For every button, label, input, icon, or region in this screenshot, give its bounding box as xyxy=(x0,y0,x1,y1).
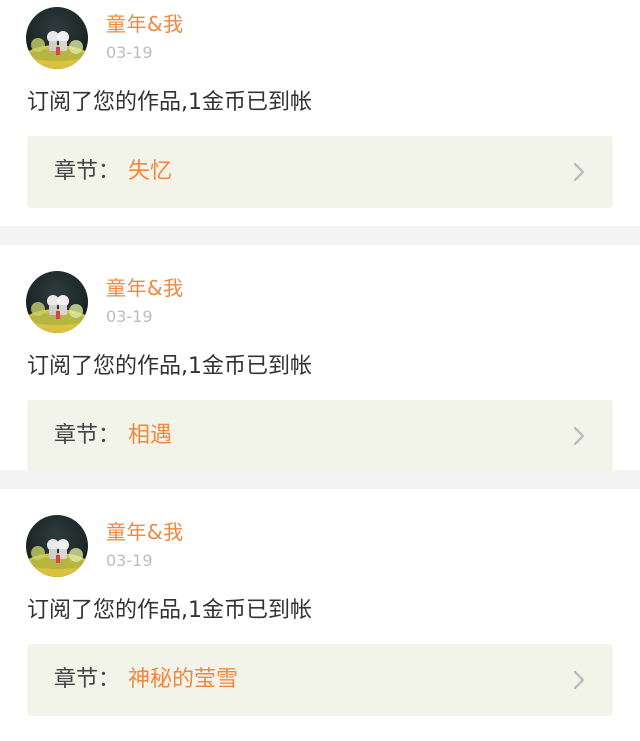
chevron-right-icon xyxy=(573,426,585,446)
timestamp: 03-19 xyxy=(106,551,153,570)
chapter-link[interactable]: 章节： 相遇 xyxy=(27,400,613,472)
user-avatar-photo xyxy=(26,271,88,333)
notification-card: 童年&我 03-19 订阅了您的作品,1金币已到帐 章节： 失忆 xyxy=(0,0,640,226)
username[interactable]: 童年&我 xyxy=(106,276,184,300)
avatar[interactable] xyxy=(26,271,88,333)
username[interactable]: 童年&我 xyxy=(106,12,184,36)
user-avatar-photo xyxy=(26,7,88,69)
chevron-right-icon xyxy=(573,162,585,182)
chapter-label: 章节： xyxy=(54,159,121,184)
user-avatar-photo xyxy=(26,515,88,577)
username[interactable]: 童年&我 xyxy=(106,520,184,544)
notification-card: 童年&我 03-19 订阅了您的作品,1金币已到帐 章节： 相遇 xyxy=(0,245,640,472)
notification-message: 订阅了您的作品,1金币已到帐 xyxy=(27,354,312,379)
chapter-title: 相遇 xyxy=(128,423,173,448)
chapter-link[interactable]: 章节： 失忆 xyxy=(27,136,613,208)
chevron-right-icon xyxy=(573,670,585,690)
avatar[interactable] xyxy=(26,515,88,577)
chapter-label: 章节： xyxy=(54,667,121,692)
timestamp: 03-19 xyxy=(106,307,153,326)
notification-card: 童年&我 03-19 订阅了您的作品,1金币已到帐 章节： 神秘的莹雪 xyxy=(0,489,640,741)
avatar[interactable] xyxy=(26,7,88,69)
chapter-title: 失忆 xyxy=(128,159,173,184)
chapter-link[interactable]: 章节： 神秘的莹雪 xyxy=(27,644,613,716)
notification-message: 订阅了您的作品,1金币已到帐 xyxy=(27,598,312,623)
chapter-label: 章节： xyxy=(54,423,121,448)
notification-feed: 童年&我 03-19 订阅了您的作品,1金币已到帐 章节： 失忆 童年&我 03… xyxy=(0,0,640,741)
notification-message: 订阅了您的作品,1金币已到帐 xyxy=(27,90,312,115)
timestamp: 03-19 xyxy=(106,43,153,62)
chapter-title: 神秘的莹雪 xyxy=(128,667,239,692)
